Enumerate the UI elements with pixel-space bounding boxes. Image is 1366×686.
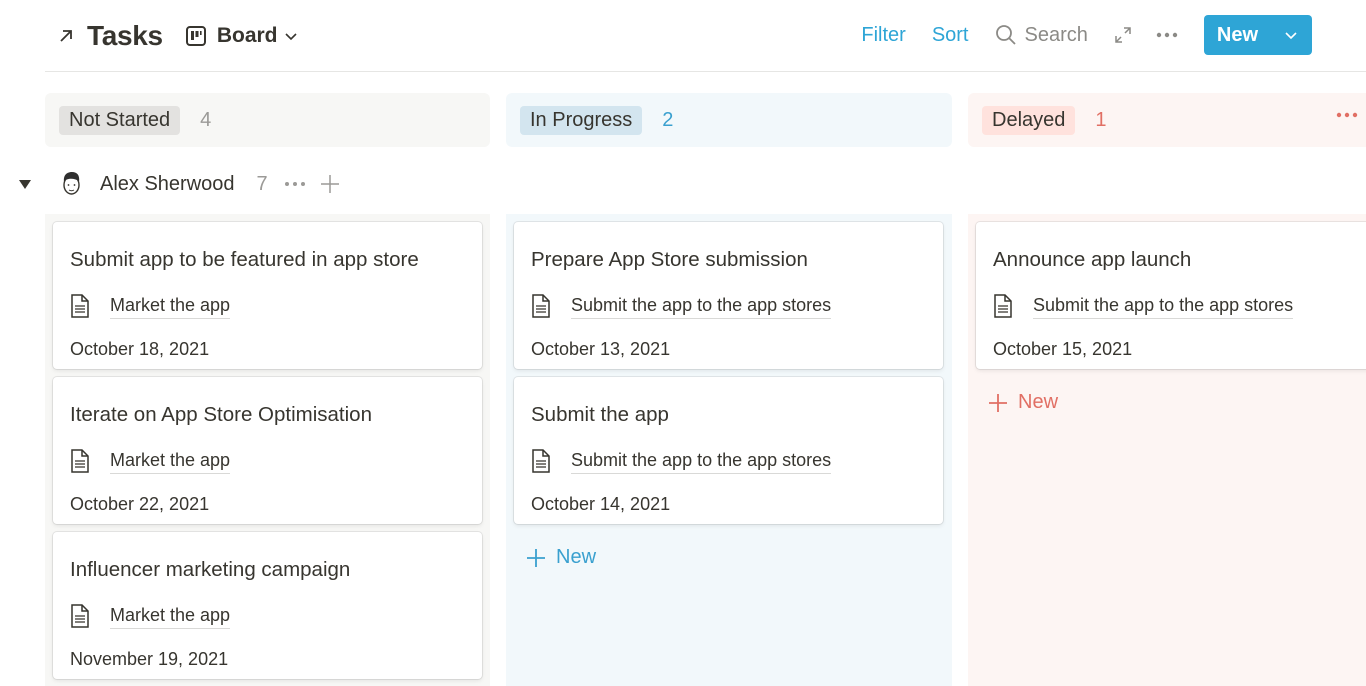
plus-icon [988, 393, 1008, 413]
avatar [58, 170, 84, 198]
more-options-icon[interactable] [1156, 32, 1178, 38]
relation-link[interactable]: Market the app [110, 295, 231, 319]
status-pill: Delayed [982, 105, 1076, 135]
chevron-down-icon[interactable] [1284, 28, 1298, 42]
group-name: Alex Sherwood [100, 172, 235, 195]
card-title: Prepare App Store submission [531, 248, 808, 271]
column-not-started: Submit app to be featured in app store M… [45, 214, 490, 686]
column-header-in-progress[interactable]: In Progress 2 [506, 93, 952, 147]
group-add-icon[interactable] [320, 174, 340, 194]
card-relation[interactable]: Submit the app to the app stores [531, 449, 832, 475]
add-card-button[interactable]: New [526, 546, 596, 569]
search-button[interactable]: Search [995, 24, 1088, 47]
page-title: Tasks [87, 20, 163, 51]
task-card[interactable]: Influencer marketing campaign Market the… [53, 532, 482, 679]
chevron-down-icon [284, 29, 298, 43]
page-icon [70, 449, 92, 475]
open-as-page-arrow-icon[interactable] [57, 26, 77, 46]
card-date: October 13, 2021 [531, 339, 671, 359]
board-view-icon [185, 25, 207, 47]
collapse-toggle-icon[interactable] [18, 177, 32, 191]
new-button-label: New [1216, 23, 1258, 46]
relation-link[interactable]: Submit the app to the app stores [571, 295, 832, 319]
status-pill: Not Started [59, 105, 181, 135]
task-card[interactable]: Submit the app Submit the app to the app… [514, 377, 943, 524]
group-count: 7 [256, 172, 268, 195]
card-relation[interactable]: Market the app [70, 294, 231, 320]
status-pill: In Progress [520, 105, 643, 135]
add-card-label: New [1018, 391, 1059, 413]
board-header: Tasks Board Filter Sort Search New [45, 0, 1366, 72]
column-header-delayed[interactable]: Delayed 1 [968, 93, 1366, 147]
card-relation[interactable]: Market the app [70, 449, 231, 475]
relation-link[interactable]: Submit the app to the app stores [571, 450, 832, 474]
page-icon [70, 294, 92, 320]
group-header: Alex Sherwood 7 [18, 168, 340, 200]
view-label: Board [216, 24, 278, 47]
card-title: Announce app launch [993, 248, 1192, 271]
task-card[interactable]: Submit app to be featured in app store M… [53, 222, 482, 369]
relation-link[interactable]: Market the app [110, 605, 231, 629]
page-icon [531, 449, 553, 475]
card-date: November 19, 2021 [70, 649, 229, 669]
task-card[interactable]: Prepare App Store submission Submit the … [514, 222, 943, 369]
column-count: 4 [200, 108, 212, 131]
filter-button[interactable]: Filter [861, 24, 905, 47]
relation-link[interactable]: Submit the app to the app stores [1033, 295, 1294, 319]
page-icon [531, 294, 553, 320]
card-relation[interactable]: Market the app [70, 604, 231, 630]
card-title: Submit app to be featured in app store [70, 248, 419, 271]
add-card-button[interactable]: New [988, 391, 1058, 414]
sort-button[interactable]: Sort [932, 24, 969, 47]
card-title: Influencer marketing campaign [70, 558, 351, 581]
search-label: Search [1024, 23, 1088, 46]
group-more-icon[interactable] [284, 181, 306, 187]
column-header-not-started[interactable]: Not Started 4 [45, 93, 490, 147]
plus-icon [526, 548, 546, 568]
relation-link[interactable]: Market the app [110, 450, 231, 474]
task-card[interactable]: Announce app launch Submit the app to th… [976, 222, 1366, 369]
add-card-label: New [556, 546, 597, 568]
card-title: Submit the app [531, 403, 669, 426]
column-count: 1 [1095, 108, 1107, 131]
card-title: Iterate on App Store Optimisation [70, 403, 372, 426]
column-delayed: Announce app launch Submit the app to th… [968, 214, 1366, 686]
column-in-progress: Prepare App Store submission Submit the … [506, 214, 952, 686]
card-date: October 15, 2021 [993, 339, 1133, 359]
card-relation[interactable]: Submit the app to the app stores [531, 294, 832, 320]
column-count: 2 [662, 108, 674, 131]
card-date: October 14, 2021 [531, 494, 671, 514]
task-card[interactable]: Iterate on App Store Optimisation Market… [53, 377, 482, 524]
view-switcher[interactable]: Board [185, 24, 298, 48]
header-actions: Filter Sort Search New [861, 15, 1312, 55]
header-left: Tasks Board [57, 18, 298, 54]
new-button[interactable]: New [1203, 15, 1312, 55]
page-icon [993, 294, 1015, 320]
card-date: October 18, 2021 [70, 339, 210, 359]
card-relation[interactable]: Submit the app to the app stores [993, 294, 1294, 320]
expand-icon[interactable] [1114, 26, 1132, 44]
page-icon [70, 604, 92, 630]
search-icon [995, 24, 1017, 46]
column-more-icon[interactable] [1336, 112, 1358, 118]
card-date: October 22, 2021 [70, 494, 210, 514]
